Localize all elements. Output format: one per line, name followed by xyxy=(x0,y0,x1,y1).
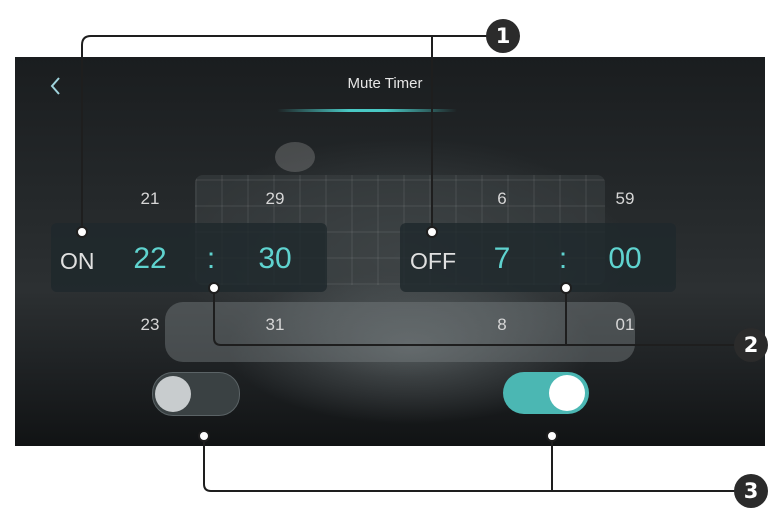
callout-badge-2: 2 xyxy=(734,328,768,362)
callout-lines xyxy=(76,35,740,492)
callout-badge-3: 3 xyxy=(734,474,768,508)
callout-badge-1: 1 xyxy=(486,19,520,53)
